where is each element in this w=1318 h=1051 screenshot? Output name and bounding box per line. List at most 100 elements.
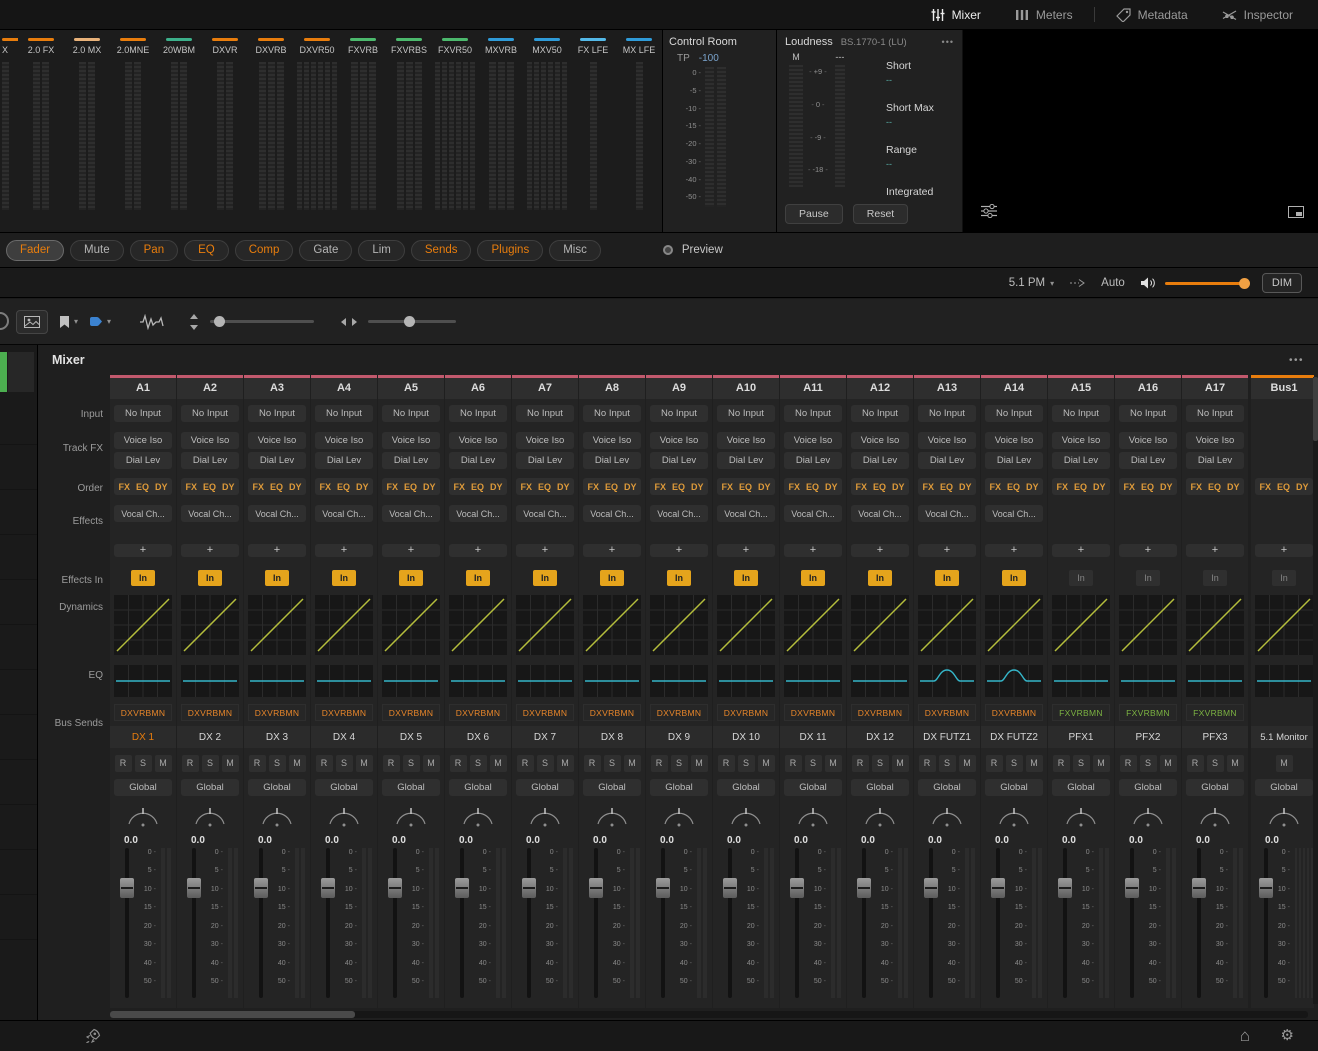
solo-button[interactable]: S bbox=[536, 754, 554, 772]
flag-menu[interactable]: ▾ bbox=[59, 315, 78, 329]
track-name[interactable]: DX 2 bbox=[177, 726, 243, 748]
horizontal-scrollbar-thumb[interactable] bbox=[110, 1011, 355, 1018]
eq-graph[interactable] bbox=[918, 665, 976, 697]
filter-tab-plugins[interactable]: Plugins bbox=[477, 239, 544, 261]
voice-isolation-button[interactable]: Voice Iso bbox=[851, 432, 909, 449]
bus-sends[interactable]: DXVRBMN bbox=[717, 704, 775, 721]
track-name[interactable]: DX 8 bbox=[579, 726, 645, 748]
eq-graph[interactable] bbox=[114, 665, 172, 697]
fader-slot[interactable] bbox=[118, 848, 136, 998]
channel-header[interactable]: A11 bbox=[780, 375, 846, 399]
effect-plugin[interactable]: Vocal Ch... bbox=[181, 505, 239, 522]
channel-header[interactable]: A15 bbox=[1048, 375, 1114, 399]
pan-control[interactable] bbox=[315, 804, 373, 830]
fader-slot[interactable] bbox=[520, 848, 538, 998]
pan-control[interactable] bbox=[650, 804, 708, 830]
order-button[interactable]: FX EQ DY bbox=[1255, 478, 1313, 495]
bus-sends[interactable]: FXVRBMN bbox=[1052, 704, 1110, 721]
filter-tab-comp[interactable]: Comp bbox=[234, 239, 294, 261]
dynamics-graph[interactable] bbox=[851, 595, 909, 658]
track-name[interactable]: DX 5 bbox=[378, 726, 444, 748]
add-effect-button[interactable]: + bbox=[1255, 544, 1313, 557]
track-name[interactable]: DX 11 bbox=[780, 726, 846, 748]
mute-button[interactable]: M bbox=[1025, 754, 1043, 772]
effect-plugin[interactable]: Vocal Ch... bbox=[918, 505, 976, 522]
effects-in-toggle[interactable]: In bbox=[1069, 570, 1093, 586]
add-effect-button[interactable]: + bbox=[1186, 544, 1244, 557]
dialogue-leveler-button[interactable]: Dial Lev bbox=[918, 452, 976, 469]
voice-isolation-button[interactable]: Voice Iso bbox=[181, 432, 239, 449]
dialogue-leveler-button[interactable]: Dial Lev bbox=[717, 452, 775, 469]
pip-icon[interactable] bbox=[1288, 205, 1304, 223]
record-arm-button[interactable]: R bbox=[985, 754, 1003, 772]
add-effect-button[interactable]: + bbox=[248, 544, 306, 557]
dynamics-graph[interactable] bbox=[1186, 595, 1244, 658]
order-button[interactable]: FX EQ DY bbox=[1052, 478, 1110, 495]
eq-graph[interactable] bbox=[382, 665, 440, 697]
voice-isolation-button[interactable]: Voice Iso bbox=[717, 432, 775, 449]
mute-button[interactable]: M bbox=[1092, 754, 1110, 772]
input-select[interactable]: No Input bbox=[114, 405, 172, 422]
filter-tab-eq[interactable]: EQ bbox=[184, 239, 229, 261]
solo-button[interactable]: S bbox=[938, 754, 956, 772]
fader-slot[interactable] bbox=[654, 848, 672, 998]
channel-header[interactable]: A5 bbox=[378, 375, 444, 399]
dynamics-graph[interactable] bbox=[315, 595, 373, 658]
order-button[interactable]: FX EQ DY bbox=[1119, 478, 1177, 495]
voice-isolation-button[interactable]: Voice Iso bbox=[382, 432, 440, 449]
effects-in-toggle[interactable]: In bbox=[265, 570, 289, 586]
solo-button[interactable]: S bbox=[737, 754, 755, 772]
record-arm-button[interactable]: R bbox=[382, 754, 400, 772]
pan-control[interactable] bbox=[918, 804, 976, 830]
global-button[interactable]: Global bbox=[1255, 779, 1313, 796]
fader-handle[interactable] bbox=[1058, 878, 1072, 898]
effect-plugin[interactable]: Vocal Ch... bbox=[114, 505, 172, 522]
solo-button[interactable]: S bbox=[1005, 754, 1023, 772]
fader-slot[interactable] bbox=[319, 848, 337, 998]
fader-handle[interactable] bbox=[991, 878, 1005, 898]
global-button[interactable]: Global bbox=[985, 779, 1043, 796]
filter-tab-gate[interactable]: Gate bbox=[299, 239, 353, 261]
track-name[interactable]: DX 7 bbox=[512, 726, 578, 748]
input-select[interactable]: No Input bbox=[1119, 405, 1177, 422]
mute-button[interactable]: M bbox=[690, 754, 708, 772]
input-select[interactable]: No Input bbox=[784, 405, 842, 422]
channel-header[interactable]: A14 bbox=[981, 375, 1047, 399]
track-name[interactable]: PFX3 bbox=[1182, 726, 1248, 748]
add-effect-button[interactable]: + bbox=[449, 544, 507, 557]
reset-button[interactable]: Reset bbox=[852, 204, 909, 224]
bus-sends[interactable]: DXVRBMN bbox=[918, 704, 976, 721]
bus-sends[interactable]: FXVRBMN bbox=[1186, 704, 1244, 721]
fader-slot[interactable] bbox=[1259, 848, 1274, 998]
channel-header[interactable]: A13 bbox=[914, 375, 980, 399]
solo-button[interactable]: S bbox=[1139, 754, 1157, 772]
topbar-inspector-button[interactable]: Inspector bbox=[1205, 0, 1310, 29]
bus-sends[interactable]: DXVRBMN bbox=[181, 704, 239, 721]
waveform-icon[interactable] bbox=[140, 313, 164, 330]
fader-slot[interactable] bbox=[721, 848, 739, 998]
solo-button[interactable]: S bbox=[670, 754, 688, 772]
add-effect-button[interactable]: + bbox=[382, 544, 440, 557]
effects-in-toggle[interactable]: In bbox=[600, 570, 624, 586]
input-select[interactable]: No Input bbox=[449, 405, 507, 422]
track-name[interactable]: DX 3 bbox=[244, 726, 310, 748]
channel-header[interactable]: A16 bbox=[1115, 375, 1181, 399]
fader-slot[interactable] bbox=[989, 848, 1007, 998]
mute-button[interactable]: M bbox=[1159, 754, 1177, 772]
add-effect-button[interactable]: + bbox=[650, 544, 708, 557]
channel-header[interactable]: A10 bbox=[713, 375, 779, 399]
input-select[interactable]: No Input bbox=[717, 405, 775, 422]
zoom-horizontal-knob[interactable] bbox=[404, 316, 416, 327]
channel-header[interactable]: Bus1 bbox=[1251, 375, 1314, 399]
fader-handle[interactable] bbox=[723, 878, 737, 898]
fader-slot[interactable] bbox=[1190, 848, 1208, 998]
dynamics-graph[interactable] bbox=[449, 595, 507, 658]
dynamics-graph[interactable] bbox=[382, 595, 440, 658]
record-arm-button[interactable]: R bbox=[650, 754, 668, 772]
gear-icon[interactable]: ⚙ bbox=[1281, 1025, 1294, 1047]
bus-sends[interactable]: DXVRBMN bbox=[784, 704, 842, 721]
order-button[interactable]: FX EQ DY bbox=[181, 478, 239, 495]
dialogue-leveler-button[interactable]: Dial Lev bbox=[248, 452, 306, 469]
dialogue-leveler-button[interactable]: Dial Lev bbox=[315, 452, 373, 469]
effects-in-toggle[interactable]: In bbox=[466, 570, 490, 586]
